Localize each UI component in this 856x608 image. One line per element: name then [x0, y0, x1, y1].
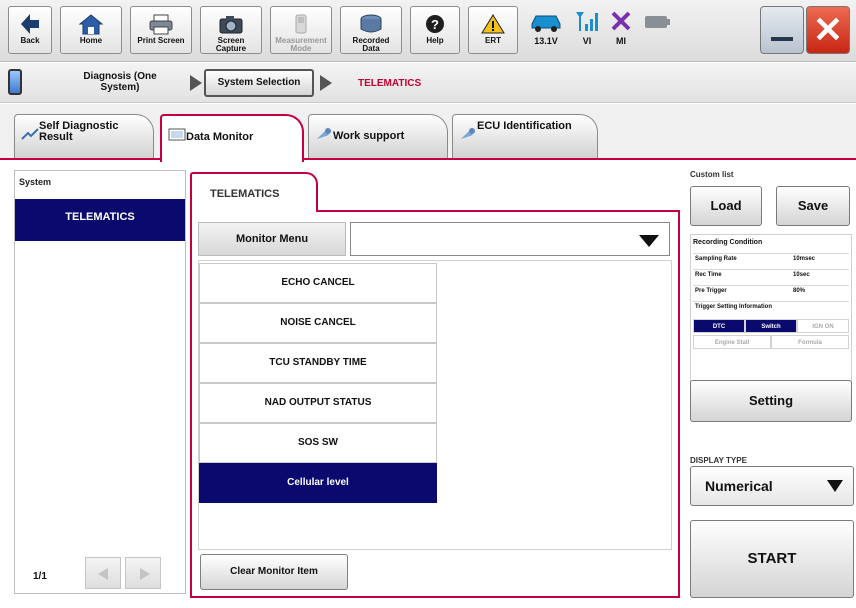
breadcrumb-diagnosis[interactable]: Diagnosis (One System)	[70, 71, 170, 93]
monitor-icon	[168, 128, 186, 141]
warning-icon	[481, 14, 505, 34]
breadcrumb-current: TELEMATICS	[358, 78, 422, 89]
page-prev-button[interactable]	[85, 557, 121, 589]
device-status	[640, 8, 674, 36]
battery-icon	[645, 16, 670, 28]
tab-data-monitor[interactable]: Data Monitor	[160, 114, 304, 162]
list-item[interactable]: NOISE CANCEL	[199, 303, 437, 343]
back-arrow-icon	[21, 14, 39, 34]
trigger-options-row2: Engine Stall Formula	[693, 335, 849, 349]
mi-status: MI	[606, 8, 636, 46]
signal-icon	[576, 12, 598, 31]
diagnostic-icon	[21, 128, 39, 140]
tab-ecu-identification[interactable]: ECU Identification	[452, 114, 598, 158]
recorded-data-icon	[360, 14, 382, 33]
disconnected-x-icon	[611, 11, 631, 31]
list-item[interactable]: SOS SW	[199, 423, 437, 463]
battery-voltage-status: 13.1V	[524, 8, 568, 46]
page-indicator: 1/1	[33, 571, 47, 582]
trigger-ign-on: IGN ON	[797, 319, 849, 333]
arrow-right-icon	[140, 568, 150, 580]
control-panel: Custom list Load Save Recording Conditio…	[688, 170, 856, 608]
minimize-button[interactable]	[760, 6, 804, 54]
system-list-panel: System TELEMATICS 1/1	[14, 170, 186, 594]
system-item-telematics[interactable]: TELEMATICS	[15, 199, 185, 241]
monitor-item-list: ECHO CANCEL NOISE CANCEL TCU STANDBY TIM…	[198, 260, 672, 550]
trigger-options-row1: DTC Switch IGN ON	[693, 319, 849, 333]
trigger-engine-stall: Engine Stall	[693, 335, 771, 349]
app-window: Back Home Print Screen Screen Capture Me…	[0, 0, 856, 608]
list-item[interactable]: NAD OUTPUT STATUS	[199, 383, 437, 423]
system-selection-button[interactable]: System Selection	[204, 69, 314, 97]
recorded-data-button[interactable]: Recorded Data	[340, 6, 402, 54]
back-button[interactable]: Back	[8, 6, 52, 54]
help-icon: ?	[426, 15, 444, 33]
home-button[interactable]: Home	[60, 6, 122, 54]
list-item-selected[interactable]: Cellular level	[199, 463, 437, 503]
arrow-left-icon	[98, 568, 108, 580]
camera-icon	[219, 16, 243, 34]
system-tab-telematics[interactable]: TELEMATICS	[190, 172, 318, 212]
close-button[interactable]: ✕	[806, 6, 850, 54]
print-screen-button[interactable]: Print Screen	[130, 6, 192, 54]
ecu-icon	[461, 128, 475, 139]
vi-status: VI	[572, 8, 602, 46]
toolbar: Back Home Print Screen Screen Capture Me…	[0, 0, 856, 62]
load-button[interactable]: Load	[690, 186, 762, 226]
clear-monitor-item-button[interactable]: Clear Monitor Item	[200, 554, 348, 590]
chevron-down-icon	[827, 480, 843, 492]
svg-text:?: ?	[431, 17, 439, 32]
help-button[interactable]: ? Help	[410, 6, 460, 54]
display-type-label: DISPLAY TYPE	[690, 456, 747, 465]
breadcrumb-arrow-icon	[190, 75, 202, 91]
screen-capture-button[interactable]: Screen Capture	[200, 6, 262, 54]
printer-icon	[149, 14, 173, 35]
tab-self-diagnostic-result[interactable]: Self Diagnostic Result	[14, 114, 154, 158]
trigger-switch: Switch	[745, 319, 797, 333]
chevron-down-icon	[639, 235, 659, 247]
tab-divider	[0, 158, 856, 160]
data-monitor-panel: TELEMATICS Monitor Menu ECHO CANCEL NOIS…	[190, 170, 682, 598]
list-item[interactable]: ECHO CANCEL	[199, 263, 437, 303]
monitor-menu-select[interactable]	[350, 222, 670, 256]
car-icon	[531, 15, 561, 32]
tab-work-support[interactable]: Work support	[308, 114, 448, 158]
system-list-title: System	[19, 177, 52, 187]
trigger-formula: Formula	[771, 335, 849, 349]
breadcrumb: Diagnosis (One System) System Selection …	[0, 63, 856, 103]
home-icon	[78, 14, 104, 35]
list-item[interactable]: TCU STANDBY TIME	[199, 343, 437, 383]
ert-button[interactable]: ERT	[468, 6, 518, 54]
setting-button[interactable]: Setting	[690, 380, 852, 422]
breadcrumb-arrow-icon	[320, 75, 332, 91]
recording-condition-box: Recording Condition Sampling Rate 10msec…	[690, 234, 852, 382]
work-support-icon	[317, 128, 331, 139]
page-next-button[interactable]	[125, 557, 161, 589]
trigger-dtc: DTC	[693, 319, 745, 333]
custom-list-title: Custom list	[690, 170, 734, 179]
start-button[interactable]: START	[690, 520, 854, 598]
close-icon: ✕	[812, 9, 844, 50]
device-icon	[8, 69, 22, 95]
function-tabs: Self Diagnostic Result Data Monitor Work…	[0, 104, 856, 162]
rec-time-row: Rec Time 10sec	[693, 269, 849, 281]
pre-trigger-row: Pre Trigger 80%	[693, 285, 849, 297]
measurement-mode-button[interactable]: Measurement Mode	[270, 6, 332, 54]
measurement-icon	[295, 14, 307, 34]
save-button[interactable]: Save	[776, 186, 850, 226]
monitor-menu-label: Monitor Menu	[198, 222, 346, 256]
trigger-setting-row: Trigger Setting Information	[693, 301, 849, 313]
display-type-select[interactable]: Numerical	[690, 466, 854, 506]
sampling-rate-row: Sampling Rate 10msec	[693, 253, 849, 265]
